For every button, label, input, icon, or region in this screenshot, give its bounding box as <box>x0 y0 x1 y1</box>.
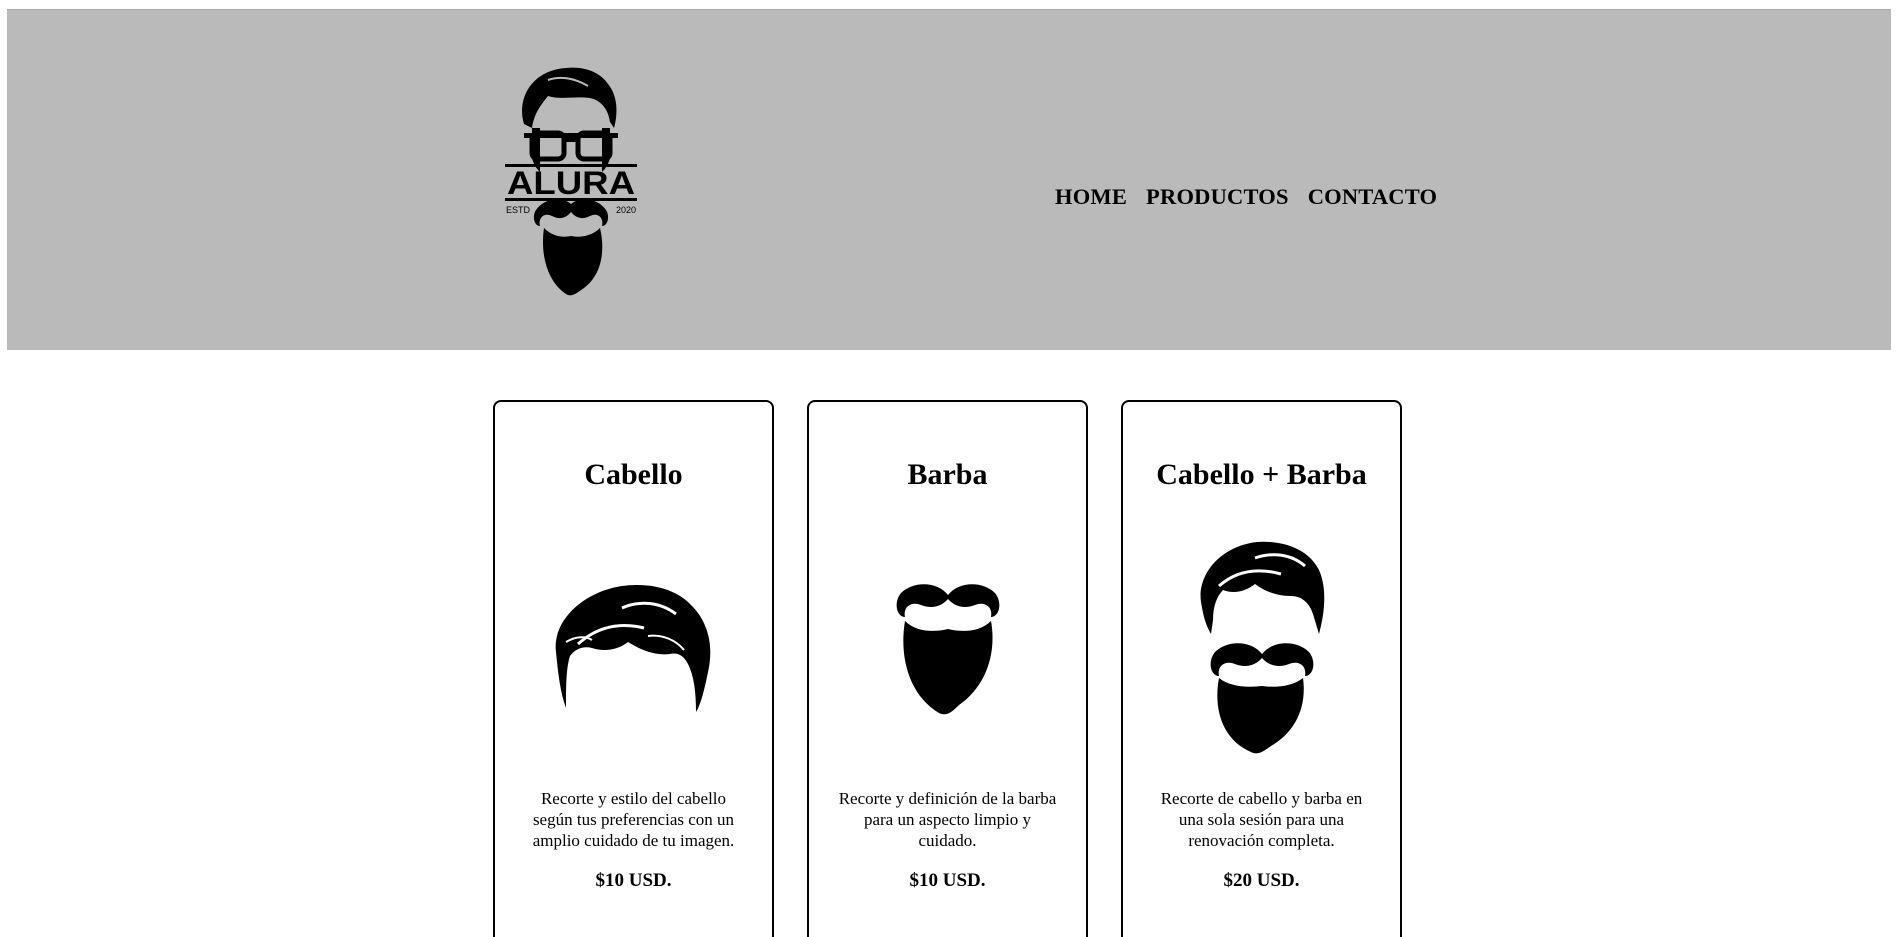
logo-brand-text: ALURA <box>507 165 635 201</box>
product-description: Recorte y estilo del cabello según tus p… <box>532 789 735 850</box>
logo-estd-text: ESTD <box>506 205 531 215</box>
product-price: $10 USD. <box>909 870 986 891</box>
product-description: Recorte de cabello y barba en una sola s… <box>1160 789 1363 850</box>
hair-icon <box>555 584 710 712</box>
product-image <box>495 532 772 762</box>
nav-productos-link[interactable]: PRODUCTOS <box>1146 184 1289 210</box>
product-title: Cabello + Barba <box>1156 458 1367 491</box>
product-title: Cabello <box>584 458 683 491</box>
nav-home-link[interactable]: HOME <box>1055 184 1127 210</box>
product-card-barba[interactable]: Barba Recorte y definición de la barba p… <box>807 400 1088 937</box>
main-nav: HOME PRODUCTOS CONTACTO <box>1055 184 1437 210</box>
product-image <box>1123 532 1400 762</box>
product-cards: Cabello Recorte y estilo del cabello seg… <box>493 400 1402 937</box>
site-header: ALURA ESTD 2020 HOME PRODUCTOS CONTACTO <box>7 9 1891 350</box>
bearded-man-logo-icon: ALURA ESTD 2020 <box>505 67 637 296</box>
logo-year-text: 2020 <box>616 205 636 215</box>
product-card-cabello[interactable]: Cabello Recorte y estilo del cabello seg… <box>493 400 774 937</box>
product-price: $20 USD. <box>1223 870 1300 891</box>
product-price: $10 USD. <box>595 870 672 891</box>
top-strip <box>0 0 1898 8</box>
product-title: Barba <box>907 458 988 491</box>
beard-icon <box>896 584 999 715</box>
nav-contacto-link[interactable]: CONTACTO <box>1308 184 1438 210</box>
hair-and-beard-icon <box>1200 541 1324 754</box>
product-description: Recorte y definición de la barba para un… <box>838 789 1057 850</box>
brand-logo[interactable]: ALURA ESTD 2020 <box>504 66 638 296</box>
product-image <box>809 532 1086 762</box>
product-card-cabello-barba[interactable]: Cabello + Barba Recorte de cabello y bar… <box>1121 400 1402 937</box>
